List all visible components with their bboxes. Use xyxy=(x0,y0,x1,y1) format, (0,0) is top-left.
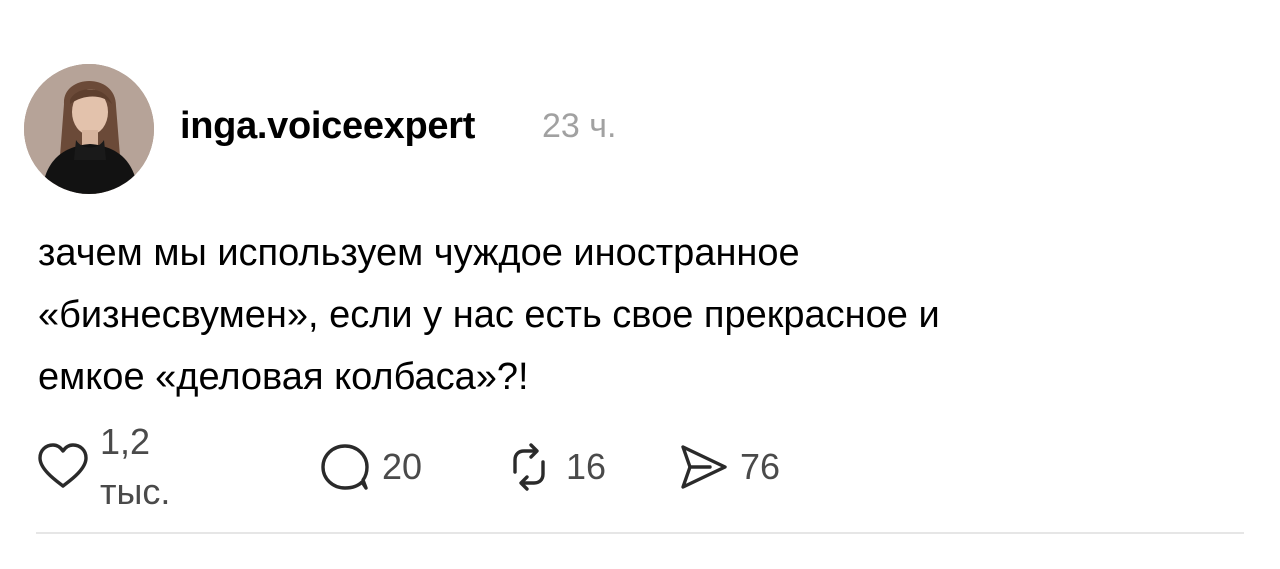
share-count: 76 xyxy=(740,446,781,487)
repost-arrows-icon xyxy=(502,442,556,492)
username-link[interactable]: inga.voiceexpert xyxy=(180,98,475,154)
user-avatar-photo xyxy=(24,64,154,194)
like-button[interactable]: 1,2 тыс. xyxy=(36,421,170,512)
share-button[interactable]: 76 xyxy=(676,442,780,492)
reply-count: 20 xyxy=(382,446,423,487)
comment-bubble-icon xyxy=(318,442,372,492)
repost-button[interactable]: 16 xyxy=(502,442,606,492)
post-text: зачем мы используем чуждое иностранное «… xyxy=(38,232,940,398)
post-card: inga.voiceexpert 23 ч. зачем мы использу… xyxy=(0,0,1280,569)
heart-icon xyxy=(36,442,90,492)
reply-button[interactable]: 20 xyxy=(318,442,422,492)
send-icon xyxy=(676,442,730,492)
repost-count: 16 xyxy=(566,446,607,487)
avatar[interactable] xyxy=(24,64,154,194)
like-count: 1,2 тыс. xyxy=(100,421,171,512)
post-timestamp: 23 ч. xyxy=(542,107,617,145)
post-divider xyxy=(36,532,1244,534)
